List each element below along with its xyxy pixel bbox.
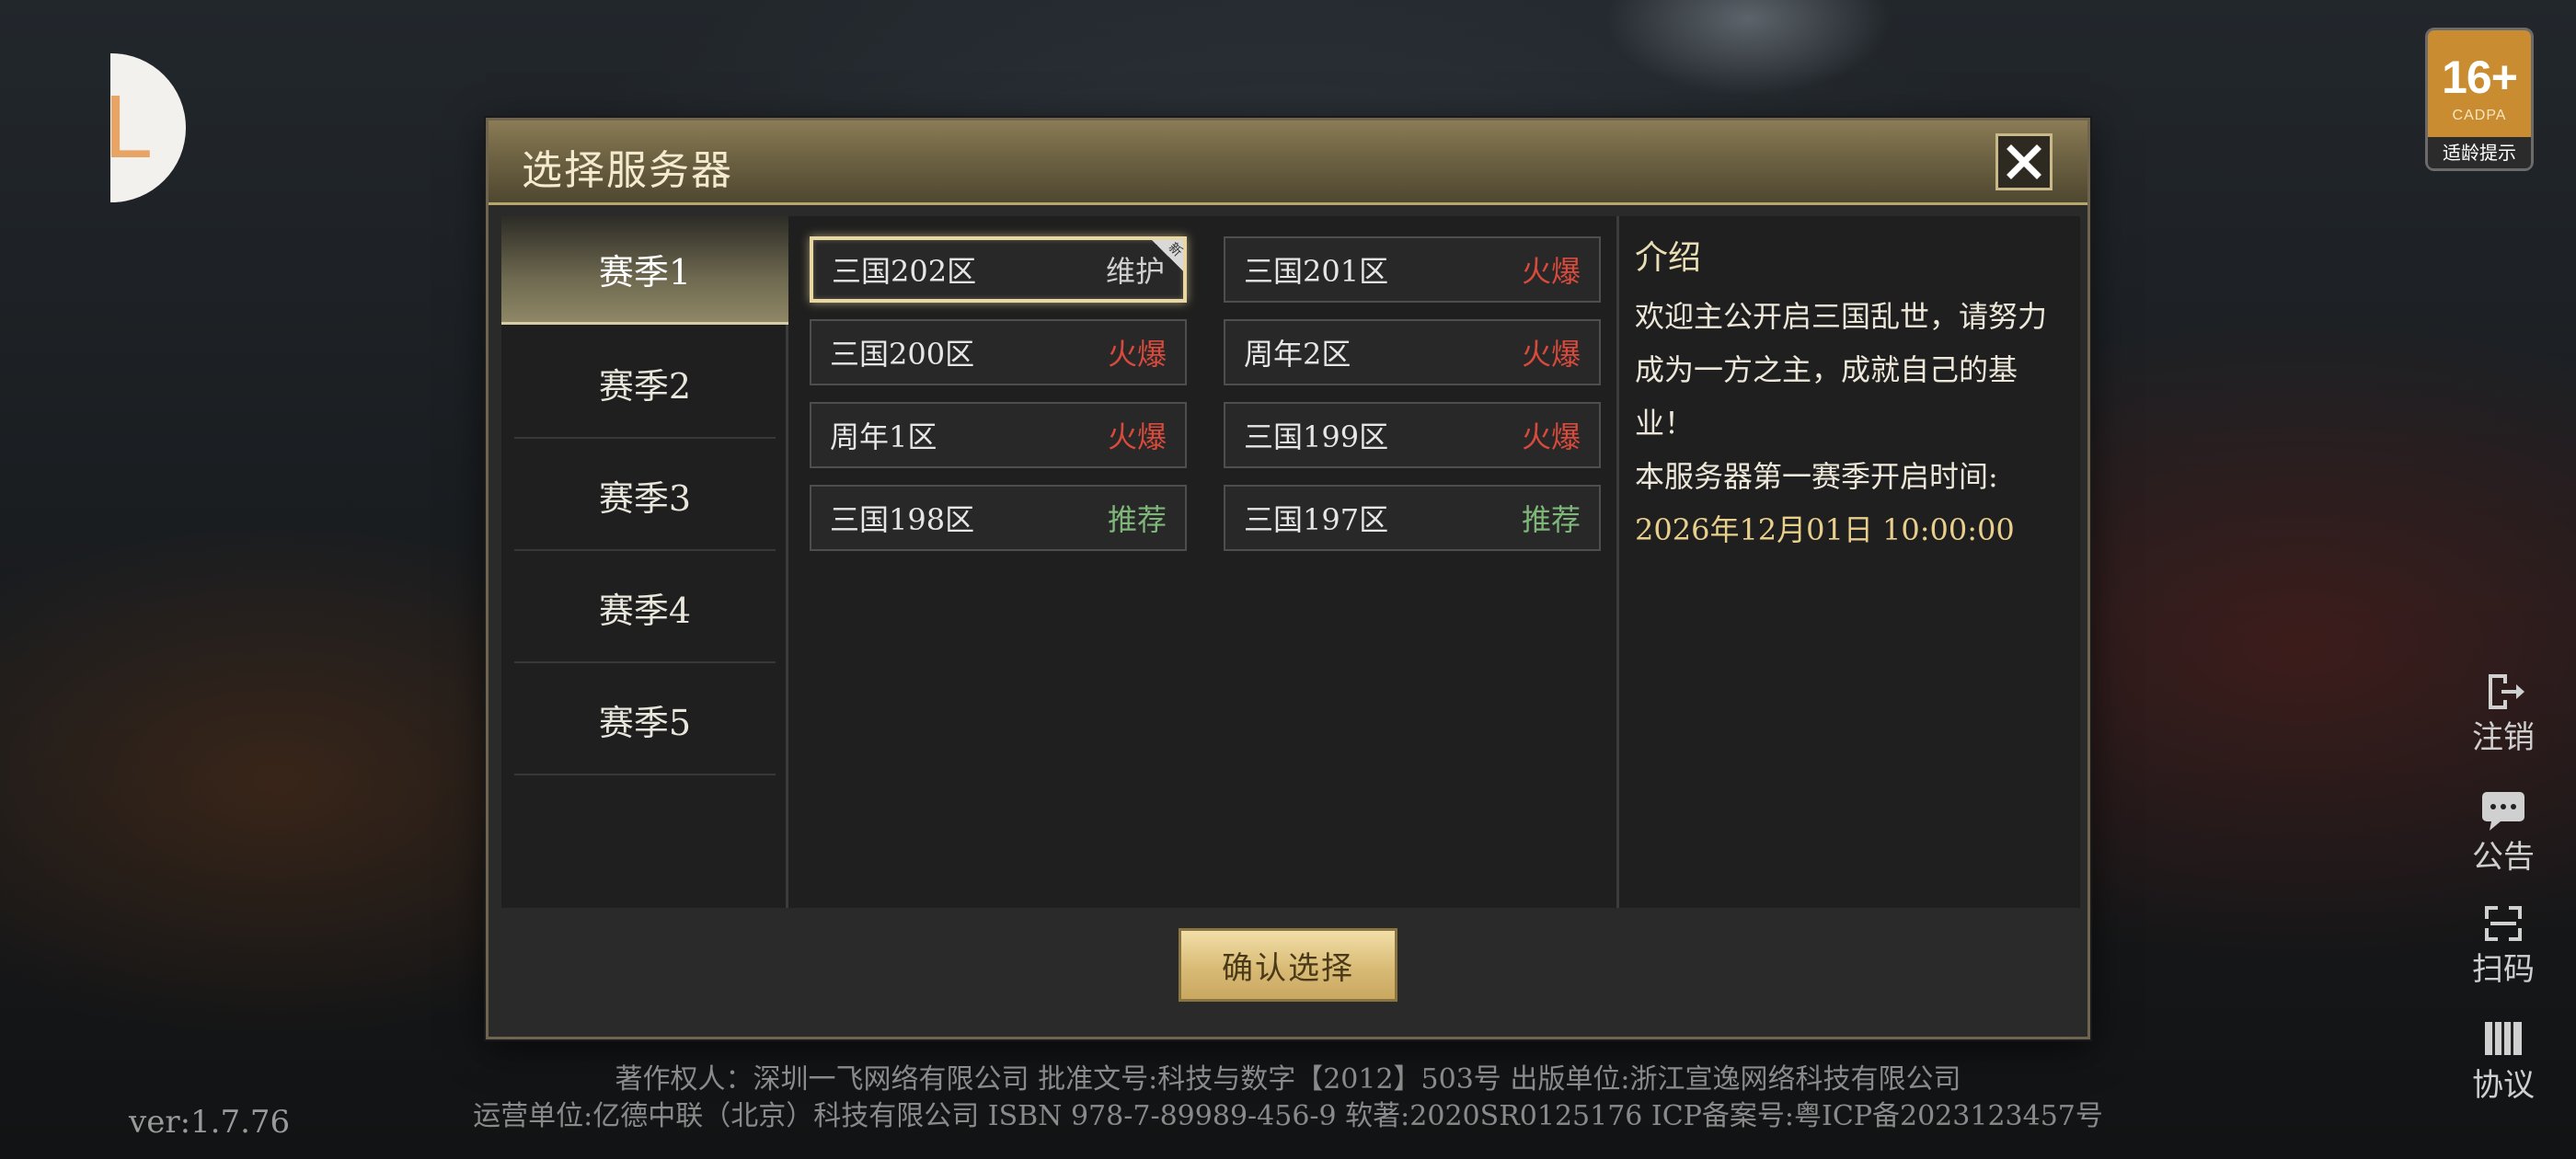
announcement-icon	[2479, 789, 2527, 833]
server-name: 三国197区	[1244, 502, 1389, 537]
server-option[interactable]: 三国197区 推荐	[1224, 485, 1601, 551]
server-name: 三国199区	[1244, 419, 1389, 454]
logout-label: 注销	[2472, 719, 2535, 756]
age-rating: 16+	[2442, 52, 2518, 103]
dialog-header: 选择服务器	[489, 120, 2087, 205]
intro-open-label: 本服务器第一赛季开启时间:	[1635, 459, 1998, 494]
server-status: 火爆	[1107, 419, 1167, 454]
close-button[interactable]	[1995, 133, 2053, 190]
logout-icon	[2479, 670, 2527, 714]
confirm-selection-button[interactable]: 确认选择	[1179, 928, 1397, 1002]
server-status: 火爆	[1107, 337, 1167, 372]
rating-org: CADPA	[2452, 108, 2507, 123]
dialog-title: 选择服务器	[522, 147, 733, 194]
server-option[interactable]: 三国201区 火爆	[1224, 236, 1601, 303]
server-name: 三国202区	[832, 254, 977, 289]
season-tab-1[interactable]: 赛季1	[501, 216, 788, 325]
server-option[interactable]: 三国198区 推荐	[810, 485, 1187, 551]
dialog-body: 赛季1 赛季2 赛季3 赛季4 赛季5 三国202区 维护 新 三国201区 火…	[501, 216, 2080, 908]
close-icon	[2007, 144, 2041, 179]
season-tab-4[interactable]: 赛季4	[501, 553, 788, 661]
copyright-line: 著作权人：深圳一飞网络有限公司 批准文号:科技与数字【2012】503号 出版单…	[615, 1063, 1961, 1096]
publisher-line: 运营单位:亿德中联（北京）科技有限公司 ISBN 978-7-89989-456…	[473, 1100, 2103, 1132]
season-list: 赛季1 赛季2 赛季3 赛季4 赛季5	[501, 216, 788, 908]
scan-label: 扫码	[2472, 951, 2535, 988]
intro-title: 介绍	[1635, 239, 1702, 277]
server-select-dialog: 选择服务器 赛季1 赛季2 赛季3 赛季4 赛季5 三国202区 维护 新 三国…	[486, 118, 2090, 1039]
logout-button[interactable]: 注销	[2455, 670, 2552, 757]
new-tag-badge: 新	[1152, 240, 1185, 271]
season-divider	[514, 437, 776, 439]
season-divider	[514, 661, 776, 663]
server-name: 三国200区	[830, 337, 975, 372]
server-option[interactable]: 周年2区 火爆	[1224, 319, 1601, 385]
scan-icon	[2479, 901, 2527, 946]
server-grid: 三国202区 维护 新 三国201区 火爆 三国200区 火爆 周年2区 火爆 …	[791, 216, 1619, 908]
age-rating-badge[interactable]: 16+ CADPA 适龄提示	[2425, 28, 2534, 171]
server-status: 火爆	[1521, 254, 1581, 289]
logo-glyph: L	[110, 79, 151, 178]
intro-text: 欢迎主公开启三国乱世，请努力成为一方之主，成就自己的基业！	[1635, 299, 2048, 441]
server-name: 三国201区	[1244, 254, 1389, 289]
server-name: 周年2区	[1244, 337, 1351, 372]
season-tab-5[interactable]: 赛季5	[501, 665, 788, 774]
server-name: 周年1区	[830, 419, 937, 454]
server-option[interactable]: 三国202区 维护 新	[810, 236, 1187, 303]
server-status: 火爆	[1521, 419, 1581, 454]
server-option[interactable]: 三国199区 火爆	[1224, 402, 1601, 468]
server-option[interactable]: 三国200区 火爆	[810, 319, 1187, 385]
server-intro-panel: 介绍 欢迎主公开启三国乱世，请努力成为一方之主，成就自己的基业！ 本服务器第一赛…	[1635, 216, 2080, 908]
announcement-button[interactable]: 公告	[2455, 789, 2552, 877]
season-divider	[514, 774, 776, 775]
server-name: 三国198区	[830, 502, 975, 537]
season-tab-2[interactable]: 赛季2	[501, 328, 788, 437]
agreement-icon	[2479, 1017, 2527, 1061]
version-label: ver:1.7.76	[129, 1104, 291, 1141]
server-status: 火爆	[1521, 337, 1581, 372]
season-tab-3[interactable]: 赛季3	[501, 441, 788, 549]
server-option[interactable]: 周年1区 火爆	[810, 402, 1187, 468]
server-status: 推荐	[1107, 502, 1167, 537]
server-status: 推荐	[1521, 502, 1581, 537]
intro-open-time: 2026年12月01日 10:00:00	[1635, 512, 2015, 547]
age-tip-label: 适龄提示	[2428, 137, 2531, 168]
season-divider	[514, 549, 776, 551]
scan-button[interactable]: 扫码	[2455, 901, 2552, 989]
announcement-label: 公告	[2472, 839, 2535, 876]
